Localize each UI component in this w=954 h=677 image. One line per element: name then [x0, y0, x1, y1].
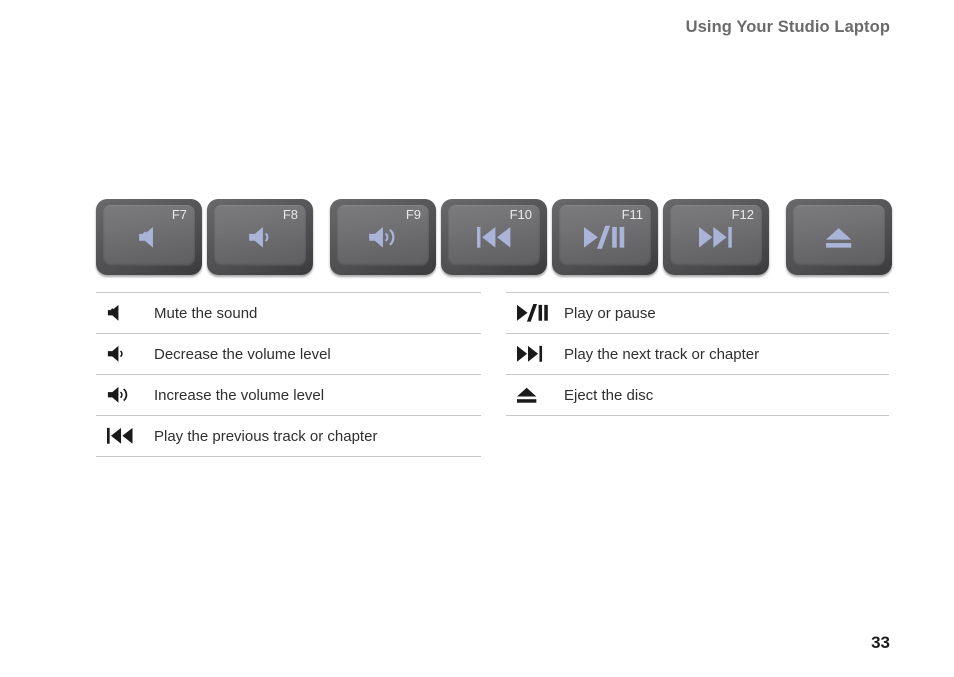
next-track-icon	[506, 345, 564, 363]
legend-row: Mute the sound	[96, 292, 481, 334]
function-key-row: F7 F8 F9 F10 F11 F12	[96, 199, 897, 275]
key-label: F11	[621, 207, 643, 222]
shortcut-legend-right-column: Play or pause Play the next track or chap…	[506, 292, 889, 416]
key-face: F11	[559, 205, 651, 266]
legend-description: Decrease the volume level	[154, 345, 331, 363]
legend-row: Play or pause	[506, 292, 889, 334]
legend-row: Play the next track or chapter	[506, 334, 889, 375]
key-label: F10	[509, 207, 532, 222]
key-face: F8	[214, 205, 306, 266]
key-face: F12	[670, 205, 762, 266]
play-pause-icon	[559, 222, 651, 252]
shortcut-legend-left-column: Mute the sound Decrease the volume level I…	[96, 292, 481, 457]
legend-row: Decrease the volume level	[96, 334, 481, 375]
mute-icon	[96, 304, 154, 322]
key-f7[interactable]: F7	[96, 199, 202, 275]
legend-description: Play the next track or chapter	[564, 345, 760, 363]
key-eject[interactable]	[786, 199, 892, 275]
key-f11[interactable]: F11	[552, 199, 658, 275]
key-f10[interactable]: F10	[441, 199, 547, 275]
key-f12[interactable]: F12	[663, 199, 769, 275]
key-face	[793, 205, 885, 266]
legend-row: Eject the disc	[506, 375, 889, 416]
legend-description: Play the previous track or chapter	[154, 427, 378, 445]
key-label: F12	[731, 207, 754, 222]
legend-row: Play the previous track or chapter	[96, 416, 481, 457]
key-label: F8	[282, 207, 298, 222]
key-face: F7	[103, 205, 195, 266]
previous-track-icon	[448, 222, 540, 252]
key-f8[interactable]: F8	[207, 199, 313, 275]
volume-up-icon	[337, 222, 429, 252]
next-track-icon	[670, 222, 762, 252]
key-face: F10	[448, 205, 540, 266]
volume-down-icon	[96, 345, 154, 363]
page-number: 33	[871, 633, 890, 652]
legend-description: Play or pause	[564, 304, 656, 322]
page-title: Using Your Studio Laptop	[685, 18, 890, 36]
key-label: F9	[405, 207, 421, 222]
legend-row: Increase the volume level	[96, 375, 481, 416]
key-f9[interactable]: F9	[330, 199, 436, 275]
legend-description: Eject the disc	[564, 386, 654, 404]
eject-icon	[506, 386, 564, 404]
legend-description: Increase the volume level	[154, 386, 325, 404]
key-face: F9	[337, 205, 429, 266]
play-pause-icon	[506, 304, 564, 322]
volume-up-icon	[96, 386, 154, 404]
legend-description: Mute the sound	[154, 304, 258, 322]
mute-icon	[103, 222, 195, 252]
volume-down-icon	[214, 222, 306, 252]
key-label: F7	[171, 207, 187, 222]
eject-icon	[793, 222, 885, 252]
previous-track-icon	[96, 427, 154, 445]
